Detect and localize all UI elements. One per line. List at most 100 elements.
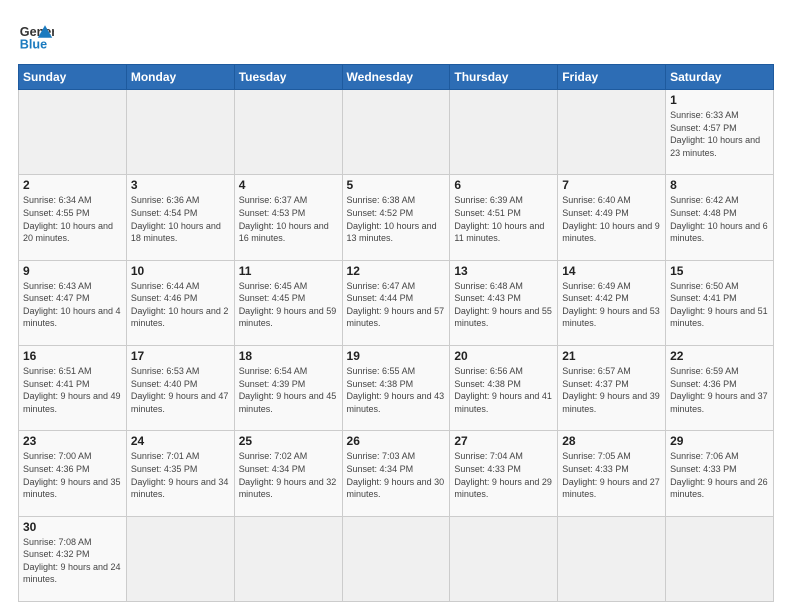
day-info: Sunrise: 7:04 AMSunset: 4:33 PMDaylight:…	[454, 450, 553, 500]
day-number: 7	[562, 178, 661, 192]
day-info: Sunrise: 7:01 AMSunset: 4:35 PMDaylight:…	[131, 450, 230, 500]
calendar-cell: 19 Sunrise: 6:55 AMSunset: 4:38 PMDayligh…	[342, 345, 450, 430]
day-info: Sunrise: 6:33 AMSunset: 4:57 PMDaylight:…	[670, 109, 769, 159]
calendar-cell: 28 Sunrise: 7:05 AMSunset: 4:33 PMDayligh…	[558, 431, 666, 516]
calendar-cell: 9Sunrise: 6:43 AMSunset: 4:47 PMDaylight…	[19, 260, 127, 345]
calendar-cell: 26 Sunrise: 7:03 AMSunset: 4:34 PMDayligh…	[342, 431, 450, 516]
calendar-cell: 6 Sunrise: 6:39 AMSunset: 4:51 PMDaylight…	[450, 175, 558, 260]
calendar-cell	[558, 516, 666, 601]
day-number: 19	[347, 349, 446, 363]
day-number: 12	[347, 264, 446, 278]
day-info: Sunrise: 6:54 AMSunset: 4:39 PMDaylight:…	[239, 365, 338, 415]
calendar-cell: 3 Sunrise: 6:36 AMSunset: 4:54 PMDaylight…	[126, 175, 234, 260]
calendar-cell: 27 Sunrise: 7:04 AMSunset: 4:33 PMDayligh…	[450, 431, 558, 516]
day-info: Sunrise: 6:39 AMSunset: 4:51 PMDaylight:…	[454, 194, 553, 244]
day-number: 27	[454, 434, 553, 448]
day-info: Sunrise: 6:55 AMSunset: 4:38 PMDaylight:…	[347, 365, 446, 415]
calendar-cell: 24Sunrise: 7:01 AMSunset: 4:35 PMDayligh…	[126, 431, 234, 516]
calendar-cell: 4 Sunrise: 6:37 AMSunset: 4:53 PMDaylight…	[234, 175, 342, 260]
day-info: Sunrise: 7:05 AMSunset: 4:33 PMDaylight:…	[562, 450, 661, 500]
day-number: 26	[347, 434, 446, 448]
day-number: 18	[239, 349, 338, 363]
week-row-3: 9Sunrise: 6:43 AMSunset: 4:47 PMDaylight…	[19, 260, 774, 345]
logo-icon: General Blue	[18, 18, 54, 54]
calendar-cell	[126, 516, 234, 601]
week-row-5: 23Sunrise: 7:00 AMSunset: 4:36 PMDayligh…	[19, 431, 774, 516]
weekday-header-thursday: Thursday	[450, 65, 558, 90]
calendar-cell: 30 Sunrise: 7:08 AMSunset: 4:32 PMDayligh…	[19, 516, 127, 601]
day-number: 5	[347, 178, 446, 192]
calendar-cell	[342, 516, 450, 601]
weekday-header-tuesday: Tuesday	[234, 65, 342, 90]
day-info: Sunrise: 6:36 AMSunset: 4:54 PMDaylight:…	[131, 194, 230, 244]
day-number: 11	[239, 264, 338, 278]
week-row-4: 16 Sunrise: 6:51 AMSunset: 4:41 PMDayligh…	[19, 345, 774, 430]
day-number: 29	[670, 434, 769, 448]
calendar-cell	[342, 90, 450, 175]
weekday-header-saturday: Saturday	[666, 65, 774, 90]
day-number: 14	[562, 264, 661, 278]
calendar-cell: 25Sunrise: 7:02 AMSunset: 4:34 PMDayligh…	[234, 431, 342, 516]
day-info: Sunrise: 7:00 AMSunset: 4:36 PMDaylight:…	[23, 450, 122, 500]
day-info: Sunrise: 6:34 AMSunset: 4:55 PMDaylight:…	[23, 194, 122, 244]
header: General Blue	[18, 18, 774, 54]
calendar-cell: 18 Sunrise: 6:54 AMSunset: 4:39 PMDayligh…	[234, 345, 342, 430]
day-info: Sunrise: 6:57 AMSunset: 4:37 PMDaylight:…	[562, 365, 661, 415]
weekday-header-friday: Friday	[558, 65, 666, 90]
day-info: Sunrise: 6:49 AMSunset: 4:42 PMDaylight:…	[562, 280, 661, 330]
calendar-cell: 11 Sunrise: 6:45 AMSunset: 4:45 PMDayligh…	[234, 260, 342, 345]
weekday-header-row: SundayMondayTuesdayWednesdayThursdayFrid…	[19, 65, 774, 90]
day-info: Sunrise: 6:37 AMSunset: 4:53 PMDaylight:…	[239, 194, 338, 244]
calendar-cell: 23Sunrise: 7:00 AMSunset: 4:36 PMDayligh…	[19, 431, 127, 516]
day-info: Sunrise: 6:42 AMSunset: 4:48 PMDaylight:…	[670, 194, 769, 244]
day-number: 17	[131, 349, 230, 363]
day-number: 3	[131, 178, 230, 192]
day-number: 20	[454, 349, 553, 363]
day-number: 21	[562, 349, 661, 363]
day-number: 28	[562, 434, 661, 448]
day-info: Sunrise: 6:50 AMSunset: 4:41 PMDaylight:…	[670, 280, 769, 330]
day-info: Sunrise: 6:53 AMSunset: 4:40 PMDaylight:…	[131, 365, 230, 415]
calendar-cell: 17 Sunrise: 6:53 AMSunset: 4:40 PMDayligh…	[126, 345, 234, 430]
day-info: Sunrise: 7:06 AMSunset: 4:33 PMDaylight:…	[670, 450, 769, 500]
calendar-cell: 16 Sunrise: 6:51 AMSunset: 4:41 PMDayligh…	[19, 345, 127, 430]
calendar-cell	[558, 90, 666, 175]
calendar-cell: 5Sunrise: 6:38 AMSunset: 4:52 PMDaylight…	[342, 175, 450, 260]
calendar-cell	[234, 90, 342, 175]
day-info: Sunrise: 7:02 AMSunset: 4:34 PMDaylight:…	[239, 450, 338, 500]
day-number: 4	[239, 178, 338, 192]
weekday-header-monday: Monday	[126, 65, 234, 90]
day-number: 2	[23, 178, 122, 192]
calendar-cell	[450, 90, 558, 175]
svg-text:Blue: Blue	[20, 38, 47, 52]
day-info: Sunrise: 7:03 AMSunset: 4:34 PMDaylight:…	[347, 450, 446, 500]
day-info: Sunrise: 6:45 AMSunset: 4:45 PMDaylight:…	[239, 280, 338, 330]
day-number: 10	[131, 264, 230, 278]
calendar-cell	[450, 516, 558, 601]
weekday-header-sunday: Sunday	[19, 65, 127, 90]
day-info: Sunrise: 6:59 AMSunset: 4:36 PMDaylight:…	[670, 365, 769, 415]
day-number: 22	[670, 349, 769, 363]
calendar-cell: 15Sunrise: 6:50 AMSunset: 4:41 PMDayligh…	[666, 260, 774, 345]
day-info: Sunrise: 7:08 AMSunset: 4:32 PMDaylight:…	[23, 536, 122, 586]
day-number: 30	[23, 520, 122, 534]
calendar-cell: 2 Sunrise: 6:34 AMSunset: 4:55 PMDaylight…	[19, 175, 127, 260]
day-info: Sunrise: 6:51 AMSunset: 4:41 PMDaylight:…	[23, 365, 122, 415]
calendar-table: SundayMondayTuesdayWednesdayThursdayFrid…	[18, 64, 774, 602]
calendar-cell: 20 Sunrise: 6:56 AMSunset: 4:38 PMDayligh…	[450, 345, 558, 430]
calendar-cell: 1Sunrise: 6:33 AMSunset: 4:57 PMDaylight…	[666, 90, 774, 175]
calendar-cell: 14 Sunrise: 6:49 AMSunset: 4:42 PMDayligh…	[558, 260, 666, 345]
day-info: Sunrise: 6:40 AMSunset: 4:49 PMDaylight:…	[562, 194, 661, 244]
day-number: 6	[454, 178, 553, 192]
day-info: Sunrise: 6:56 AMSunset: 4:38 PMDaylight:…	[454, 365, 553, 415]
calendar-cell: 29 Sunrise: 7:06 AMSunset: 4:33 PMDayligh…	[666, 431, 774, 516]
day-info: Sunrise: 6:47 AMSunset: 4:44 PMDaylight:…	[347, 280, 446, 330]
day-number: 16	[23, 349, 122, 363]
weekday-header-wednesday: Wednesday	[342, 65, 450, 90]
calendar-cell: 22 Sunrise: 6:59 AMSunset: 4:36 PMDayligh…	[666, 345, 774, 430]
calendar-cell	[666, 516, 774, 601]
calendar-cell: 21 Sunrise: 6:57 AMSunset: 4:37 PMDayligh…	[558, 345, 666, 430]
week-row-2: 2 Sunrise: 6:34 AMSunset: 4:55 PMDaylight…	[19, 175, 774, 260]
calendar-cell	[126, 90, 234, 175]
calendar-cell: 13Sunrise: 6:48 AMSunset: 4:43 PMDayligh…	[450, 260, 558, 345]
